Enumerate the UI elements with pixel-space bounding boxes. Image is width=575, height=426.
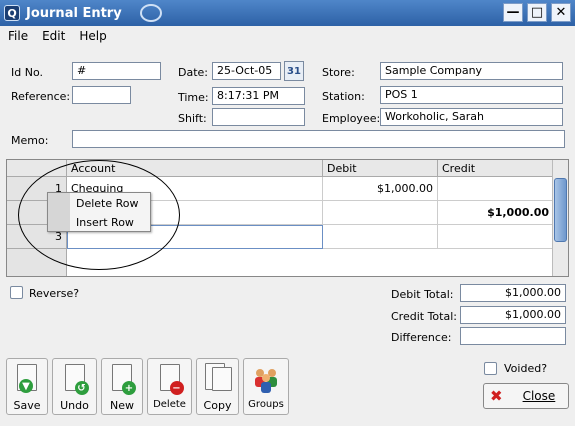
- swirl-icon: [139, 4, 162, 22]
- close-button[interactable]: ✖ Close: [483, 383, 569, 409]
- save-button[interactable]: ▼ Save: [6, 358, 48, 415]
- save-icon: ▼: [13, 363, 41, 395]
- difference-label: Difference:: [391, 331, 452, 344]
- delete-button[interactable]: − Delete: [147, 358, 192, 415]
- date-field[interactable]: 25-Oct-05: [212, 62, 281, 80]
- groups-icon: [252, 363, 280, 395]
- shift-label: Shift:: [178, 112, 207, 125]
- reverse-checkbox[interactable]: [10, 286, 23, 299]
- row-header-empty: [7, 249, 67, 276]
- copy-button-label: Copy: [203, 399, 232, 412]
- date-label: Date:: [178, 66, 208, 79]
- new-button[interactable]: + New: [101, 358, 143, 415]
- context-menu-strip: [48, 193, 70, 231]
- station-field[interactable]: POS 1: [380, 86, 563, 104]
- delete-button-label: Delete: [153, 399, 186, 410]
- table-cell-debit[interactable]: [323, 201, 438, 225]
- reverse-label: Reverse?: [29, 287, 80, 300]
- credit-total-label: Credit Total:: [391, 310, 457, 323]
- undo-button[interactable]: ↺ Undo: [52, 358, 97, 415]
- title-bar: Q Journal Entry — □ ✕: [0, 0, 575, 26]
- id-label: Id No.: [11, 66, 43, 79]
- groups-button[interactable]: Groups: [243, 358, 289, 415]
- close-button-label: Close: [522, 389, 556, 403]
- memo-field[interactable]: [72, 130, 565, 148]
- scrollbar-thumb[interactable]: [554, 178, 567, 242]
- menu-file[interactable]: File: [0, 26, 34, 46]
- groups-button-label: Groups: [248, 399, 284, 410]
- employee-label: Employee:: [322, 112, 381, 125]
- reference-field[interactable]: [72, 86, 131, 104]
- new-button-label: New: [110, 399, 134, 412]
- delete-icon: −: [156, 363, 184, 395]
- calendar-icon[interactable]: 31: [284, 61, 304, 81]
- debit-total-label: Debit Total:: [391, 288, 454, 301]
- table-cell-credit[interactable]: [438, 225, 554, 249]
- grid-corner-header: [7, 160, 67, 177]
- debit-total-field: $1,000.00: [460, 284, 566, 302]
- menu-edit[interactable]: Edit: [34, 26, 71, 46]
- window-title: Journal Entry: [26, 5, 122, 21]
- table-cell-credit[interactable]: $1,000.00: [438, 201, 554, 225]
- context-menu: Delete Row Insert Row: [47, 192, 151, 232]
- undo-button-label: Undo: [60, 399, 89, 412]
- menu-bar: File Edit Help: [0, 26, 575, 46]
- station-label: Station:: [322, 90, 365, 103]
- close-x-icon: ✖: [490, 387, 503, 405]
- delete-row-menu-item[interactable]: Delete Row: [76, 197, 139, 210]
- store-label: Store:: [322, 66, 355, 79]
- table-cell-credit[interactable]: [438, 177, 554, 201]
- grid-scrollbar[interactable]: [552, 160, 568, 276]
- id-field[interactable]: #: [72, 62, 161, 80]
- shift-field[interactable]: [212, 108, 305, 126]
- column-header-account[interactable]: Account: [67, 160, 323, 177]
- column-header-debit[interactable]: Debit: [323, 160, 438, 177]
- undo-icon: ↺: [61, 363, 89, 395]
- store-field[interactable]: Sample Company: [380, 62, 563, 80]
- copy-icon: [204, 363, 232, 395]
- close-window-button[interactable]: ✕: [551, 3, 571, 22]
- time-label: Time:: [178, 91, 209, 104]
- credit-total-field: $1,000.00: [460, 306, 566, 324]
- copy-button[interactable]: Copy: [196, 358, 239, 415]
- menu-help[interactable]: Help: [71, 26, 112, 46]
- column-header-credit[interactable]: Credit: [438, 160, 554, 177]
- new-icon: +: [108, 363, 136, 395]
- memo-label: Memo:: [11, 134, 49, 147]
- voided-checkbox[interactable]: [484, 362, 497, 375]
- table-cell-debit[interactable]: $1,000.00: [323, 177, 438, 201]
- save-button-label: Save: [13, 399, 41, 412]
- employee-field[interactable]: Workoholic, Sarah: [380, 108, 563, 126]
- voided-label: Voided?: [504, 362, 548, 375]
- app-icon: Q: [4, 5, 20, 21]
- reference-label: Reference:: [11, 90, 71, 103]
- difference-field: [460, 327, 566, 345]
- insert-row-menu-item[interactable]: Insert Row: [76, 216, 134, 229]
- table-cell-debit[interactable]: [323, 225, 438, 249]
- time-field[interactable]: 8:17:31 PM: [212, 87, 305, 105]
- maximize-button[interactable]: □: [527, 3, 547, 22]
- minimize-button[interactable]: —: [503, 3, 523, 22]
